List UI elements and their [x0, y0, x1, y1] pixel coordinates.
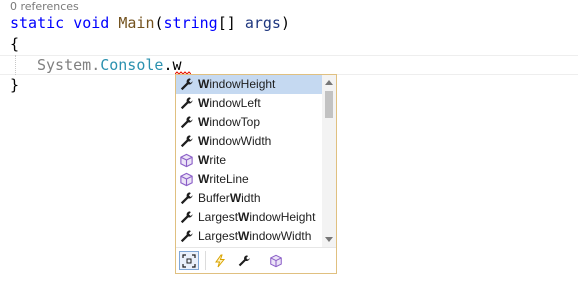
wrench-icon: [180, 230, 193, 243]
item-match: W: [198, 153, 210, 167]
item-match: W: [238, 229, 250, 243]
codelens-references[interactable]: 0 references: [10, 0, 79, 14]
events-filter-button[interactable]: [210, 251, 230, 270]
item-prefix: Largest: [198, 210, 239, 224]
scroll-up-arrow-icon[interactable]: [325, 80, 333, 85]
close-paren: ): [280, 14, 290, 32]
item-rest: idth: [241, 191, 261, 205]
keyword-void: void: [73, 14, 110, 32]
completion-item[interactable]: LargestWindowHeight: [176, 208, 322, 227]
completion-item[interactable]: WindowTop: [176, 113, 322, 132]
wrench-icon: [180, 97, 193, 110]
completion-item[interactable]: LargestWindowWidth: [176, 227, 322, 246]
item-rest: indowLeft: [209, 96, 261, 110]
intellisense-popup[interactable]: WindowHeight WindowLeft WindowTop Window…: [175, 74, 337, 274]
wrench-icon: [180, 211, 193, 224]
completion-item[interactable]: WriteLine: [176, 170, 322, 189]
item-rest: riteLine: [209, 172, 249, 186]
open-paren: (: [154, 14, 164, 32]
namespace-system: System: [37, 56, 92, 74]
completion-filter-bar: [176, 247, 336, 273]
item-rest: indowWidth: [249, 229, 312, 243]
expand-filter-button[interactable]: [179, 251, 199, 270]
keyword-static: static: [10, 14, 65, 32]
cube-method-icon: [270, 254, 282, 267]
scroll-thumb[interactable]: [325, 91, 333, 118]
item-prefix: Largest: [198, 229, 239, 243]
item-match: W: [238, 210, 250, 224]
item-rest: rite: [209, 153, 226, 167]
method-name: Main: [118, 14, 155, 32]
lightning-event-icon: [215, 254, 226, 267]
method-cube-icon: [180, 153, 193, 168]
param-name: args: [244, 14, 281, 32]
method-cube-icon: [180, 172, 193, 187]
item-rest: indowHeight: [209, 77, 276, 91]
completion-list[interactable]: WindowHeight WindowLeft WindowTop Window…: [176, 75, 322, 247]
item-rest: indowWidth: [209, 134, 272, 148]
completion-item[interactable]: WindowLeft: [176, 94, 322, 113]
wrench-icon: [180, 192, 193, 205]
keyword-string: string: [163, 14, 218, 32]
item-rest: indowTop: [209, 115, 261, 129]
completion-scrollbar[interactable]: [322, 75, 336, 247]
expand-filter-icon: [182, 253, 196, 268]
item-match: W: [229, 191, 242, 205]
array-brackets: []: [217, 14, 236, 32]
code-line-current[interactable]: System.Console.w: [0, 55, 578, 76]
completion-item[interactable]: Write: [176, 151, 322, 170]
class-console: Console: [100, 56, 164, 74]
completion-item[interactable]: WindowHeight: [176, 75, 322, 94]
filter-separator: [205, 251, 206, 270]
code-line-close-brace[interactable]: }: [10, 75, 19, 95]
scroll-down-arrow-icon[interactable]: [325, 237, 333, 242]
item-match: W: [198, 77, 210, 91]
item-match: W: [198, 96, 210, 110]
item-match: W: [198, 115, 210, 129]
wrench-icon: [180, 135, 193, 148]
item-prefix: Buffer: [198, 191, 230, 205]
item-match: W: [198, 172, 210, 186]
code-line-open-brace[interactable]: {: [10, 34, 19, 54]
item-match: W: [198, 134, 210, 148]
completion-item[interactable]: BufferWidth: [176, 189, 322, 208]
wrench-icon: [180, 116, 193, 129]
wrench-property-icon: [238, 254, 250, 266]
dot-separator: .: [91, 56, 101, 74]
completion-item[interactable]: WindowWidth: [176, 132, 322, 151]
wrench-icon: [180, 78, 193, 91]
code-line-method-signature[interactable]: static void Main(string[] args): [10, 13, 290, 33]
methods-filter-button[interactable]: [266, 251, 286, 270]
item-rest: indowHeight: [249, 210, 316, 224]
properties-filter-button[interactable]: [234, 251, 254, 270]
